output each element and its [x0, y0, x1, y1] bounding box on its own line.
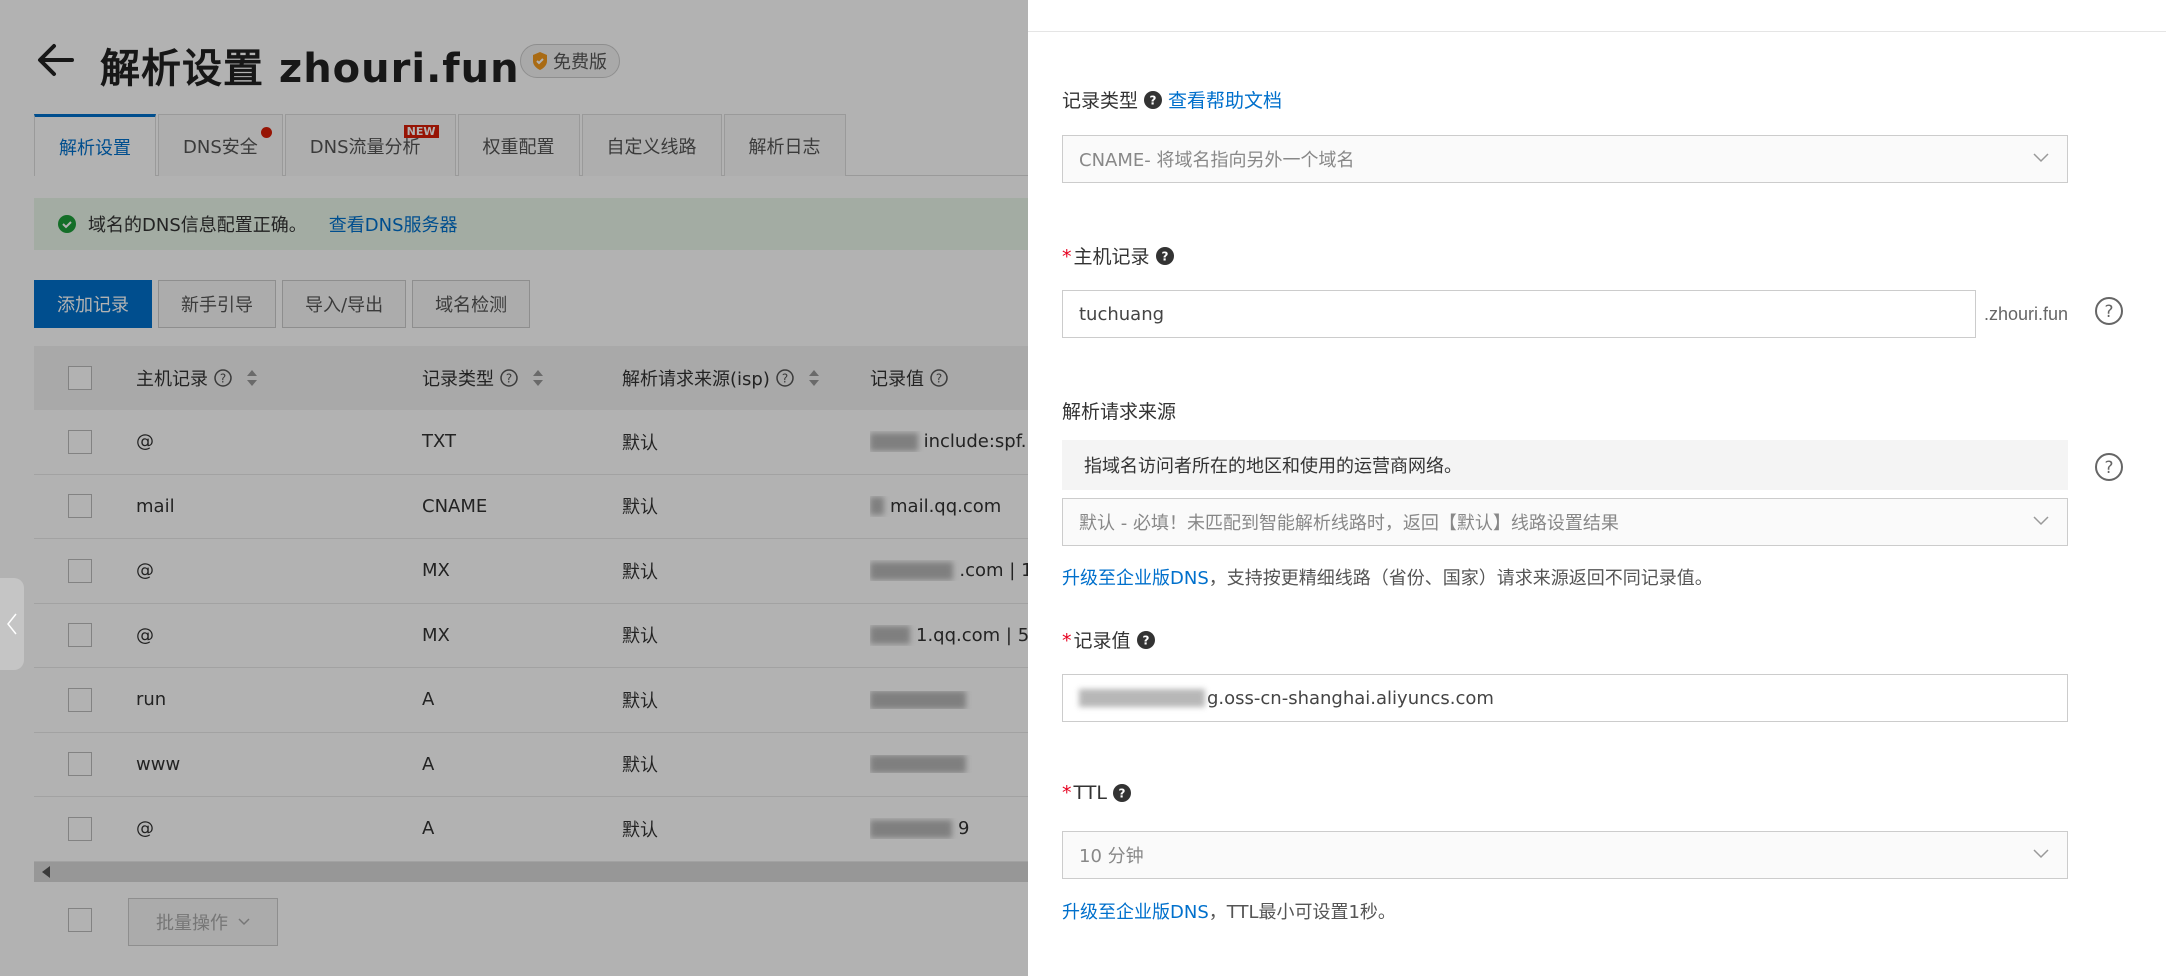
host-label: 主机记录 — [1073, 246, 1150, 268]
upgrade-enterprise-link[interactable]: 升级至企业版DNS — [1062, 902, 1209, 923]
ttl-label: TTL — [1073, 782, 1107, 804]
ttl-select[interactable]: 10 分钟 — [1062, 831, 2068, 879]
source-line-value: 默认 - 必填！未匹配到智能解析线路时，返回【默认】线路设置结果 — [1079, 513, 1619, 534]
source-label-row: 解析请求来源 — [1062, 397, 1176, 424]
value-label: 记录值 — [1073, 630, 1131, 652]
record-type-value: CNAME- 将域名指向另外一个域名 — [1079, 150, 1355, 171]
record-type-select[interactable]: CNAME- 将域名指向另外一个域名 — [1062, 135, 2068, 183]
redacted-text — [1079, 689, 1205, 707]
host-label-row: * 主机记录 ? — [1062, 242, 1174, 269]
source-label: 解析请求来源 — [1062, 401, 1177, 423]
help-icon[interactable]: ? — [1155, 246, 1174, 265]
source-upgrade-tip: 升级至企业版DNS，支持按更精细线路（省份、国家）请求来源返回不同记录值。 — [1062, 568, 1713, 589]
record-type-label: 记录类型 — [1062, 90, 1139, 112]
svg-text:?: ? — [1150, 93, 1157, 107]
modal-overlay[interactable] — [0, 0, 1028, 976]
record-type-label-row: 记录类型 ? 查看帮助文档 — [1062, 86, 1282, 113]
help-icon[interactable]: ? — [1136, 630, 1155, 649]
chevron-down-icon — [2033, 516, 2049, 526]
ttl-upgrade-tip: 升级至企业版DNS，TTL最小可设置1秒。 — [1062, 902, 1396, 923]
value-label-row: * 记录值 ? — [1062, 626, 1155, 653]
ttl-label-row: * TTL ? — [1062, 782, 1131, 804]
svg-text:?: ? — [2104, 458, 2113, 478]
drawer-header — [1028, 0, 2166, 32]
record-value-text: g.oss-cn-shanghai.aliyuncs.com — [1207, 687, 1494, 709]
ttl-value: 10 分钟 — [1079, 846, 1144, 867]
chevron-left-icon — [7, 613, 17, 635]
chevron-down-icon — [2033, 849, 2049, 859]
svg-text:?: ? — [1161, 249, 1168, 263]
chevron-down-icon — [2033, 153, 2049, 163]
edit-record-drawer: 记录类型 ? 查看帮助文档 CNAME- 将域名指向另外一个域名 * 主机记录 ?… — [1028, 0, 2166, 976]
domain-suffix: .zhouri.fun — [1984, 304, 2069, 324]
upgrade-enterprise-link[interactable]: 升级至企业版DNS — [1062, 568, 1209, 589]
help-icon[interactable]: ? — [1144, 90, 1163, 109]
side-collapse-handle[interactable] — [0, 578, 24, 670]
svg-text:?: ? — [1118, 787, 1125, 801]
question-circle-icon[interactable]: ? — [2094, 452, 2124, 482]
host-record-value: tuchuang — [1079, 303, 1165, 325]
svg-text:?: ? — [1142, 633, 1149, 647]
help-doc-link[interactable]: 查看帮助文档 — [1168, 86, 1282, 113]
host-record-input[interactable]: tuchuang — [1062, 290, 1976, 338]
source-line-select[interactable]: 默认 - 必填！未匹配到智能解析线路时，返回【默认】线路设置结果 — [1062, 498, 2068, 546]
question-circle-icon[interactable]: ? — [2094, 296, 2124, 326]
source-hint: 指域名访问者所在的地区和使用的运营商网络。 — [1062, 440, 2068, 490]
help-icon[interactable]: ? — [1112, 784, 1131, 802]
record-value-input[interactable]: g.oss-cn-shanghai.aliyuncs.com — [1062, 674, 2068, 722]
svg-text:?: ? — [2104, 302, 2113, 322]
